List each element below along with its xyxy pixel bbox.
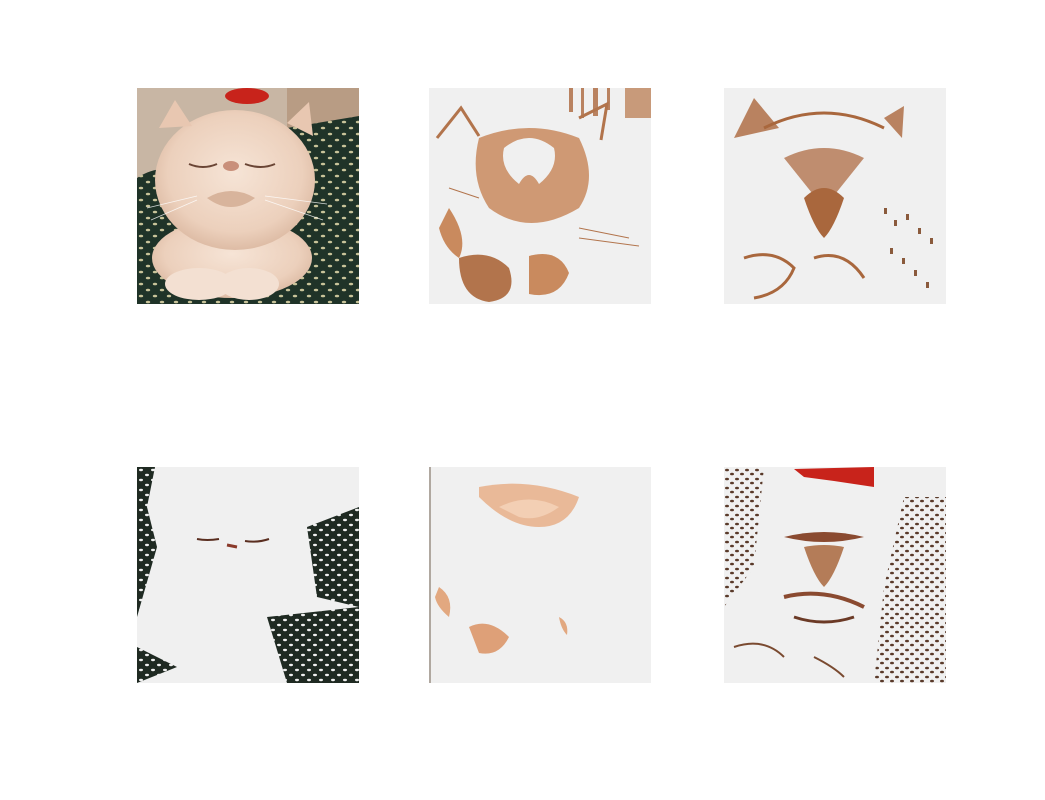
segment-mask-3-panel	[137, 467, 359, 683]
segment-mask-1-panel	[429, 88, 651, 304]
cat-photo	[137, 88, 359, 304]
segment-mask-2	[724, 88, 946, 304]
segment-mask-4-panel	[429, 467, 651, 683]
segment-mask-5-panel	[724, 467, 946, 683]
segment-mask-2-panel	[724, 88, 946, 304]
segment-mask-1	[429, 88, 651, 304]
segment-mask-4	[429, 467, 651, 683]
original-photo-panel	[137, 88, 359, 304]
figure-canvas	[0, 0, 1045, 800]
segment-mask-3	[137, 467, 359, 683]
segment-mask-5	[724, 467, 946, 683]
